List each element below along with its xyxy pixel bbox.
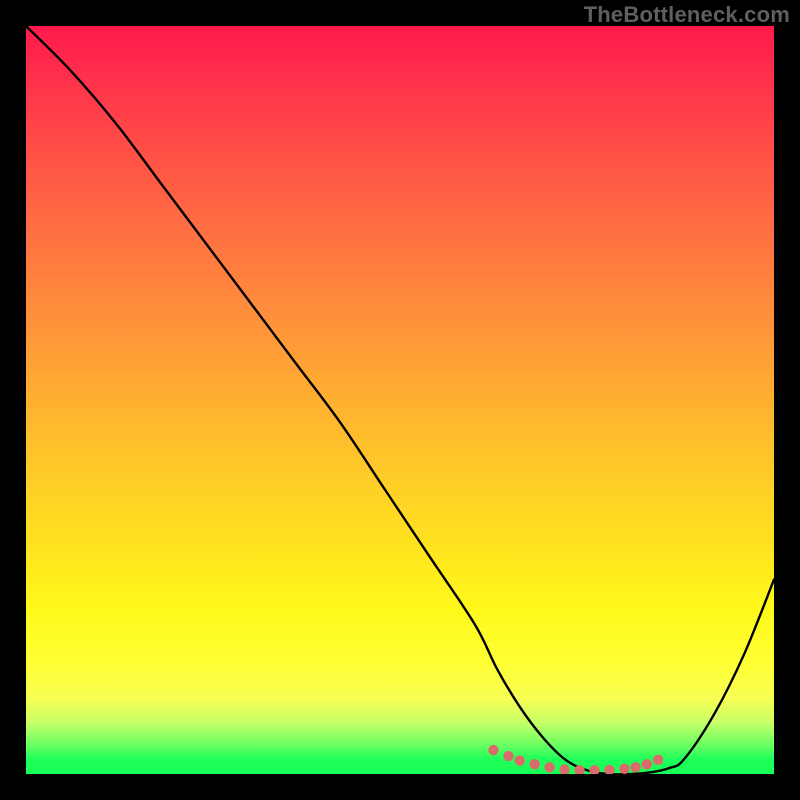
optimal-dot (488, 745, 498, 755)
optimal-dot (642, 759, 652, 769)
optimal-dot (559, 764, 569, 774)
bottleneck-curve (26, 26, 774, 774)
optimal-dot (544, 762, 554, 772)
optimal-dot (514, 755, 524, 765)
optimal-dot (653, 755, 663, 765)
optimal-dot (604, 765, 614, 774)
optimal-dot (589, 765, 599, 774)
optimal-dots-group (488, 745, 663, 774)
optimal-dot (619, 764, 629, 774)
optimal-dot (503, 751, 513, 761)
optimal-dot (630, 762, 640, 772)
chart-container: TheBottleneck.com (0, 0, 800, 800)
plot-area (26, 26, 774, 774)
optimal-dot (529, 759, 539, 769)
watermark-text: TheBottleneck.com (584, 2, 790, 28)
chart-svg (26, 26, 774, 774)
